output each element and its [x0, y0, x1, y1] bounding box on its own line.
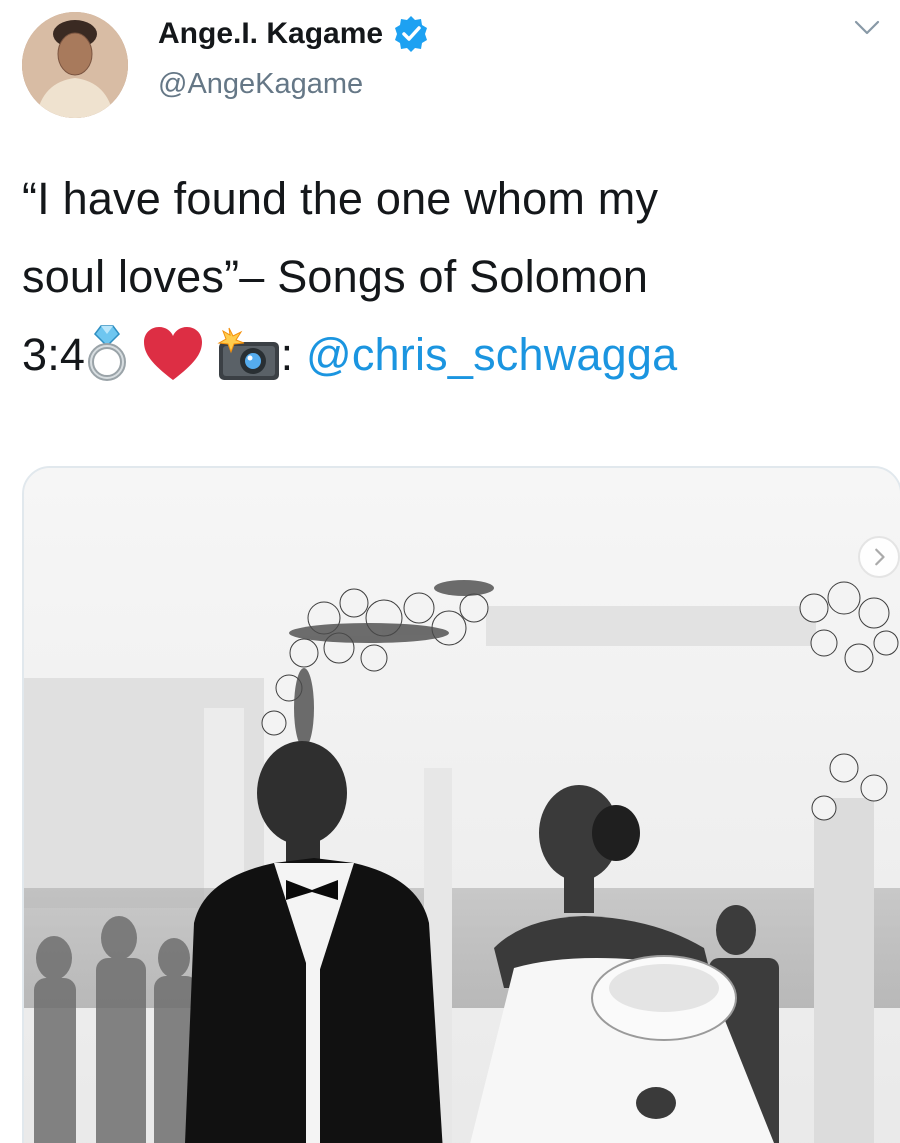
tweet-card: Ange.I. Kagame @AngeKagame “I have found…: [0, 0, 900, 1143]
credit-separator: :: [280, 329, 294, 380]
next-photo-button[interactable]: [858, 536, 900, 578]
avatar[interactable]: [22, 12, 128, 118]
red-heart-icon: [143, 327, 202, 380]
chevron-right-icon: [875, 548, 885, 566]
display-name[interactable]: Ange.I. Kagame: [158, 17, 383, 51]
tweet-photo[interactable]: [22, 466, 900, 1143]
chevron-down-icon[interactable]: [854, 18, 880, 38]
avatar-photo: [22, 12, 128, 118]
photographer-mention-link[interactable]: @chris_schwagga: [306, 329, 677, 380]
wedding-photo-image: [24, 468, 900, 1143]
user-handle[interactable]: @AngeKagame: [158, 68, 363, 101]
tweet-text-line-3: 3:4 : @chris_schwagga: [22, 316, 892, 394]
tweet-text: “I have found the one whom my soul loves…: [22, 160, 892, 394]
verified-badge-icon: [395, 16, 428, 52]
camera-with-flash-icon: [216, 327, 279, 380]
ring-icon: [88, 325, 127, 381]
verse-number: 3:4: [22, 329, 86, 380]
tweet-text-line-1: “I have found the one whom my: [22, 173, 659, 224]
display-name-row[interactable]: Ange.I. Kagame: [158, 14, 431, 54]
tweet-text-line-2: soul loves”– Songs of Solomon: [22, 251, 649, 302]
